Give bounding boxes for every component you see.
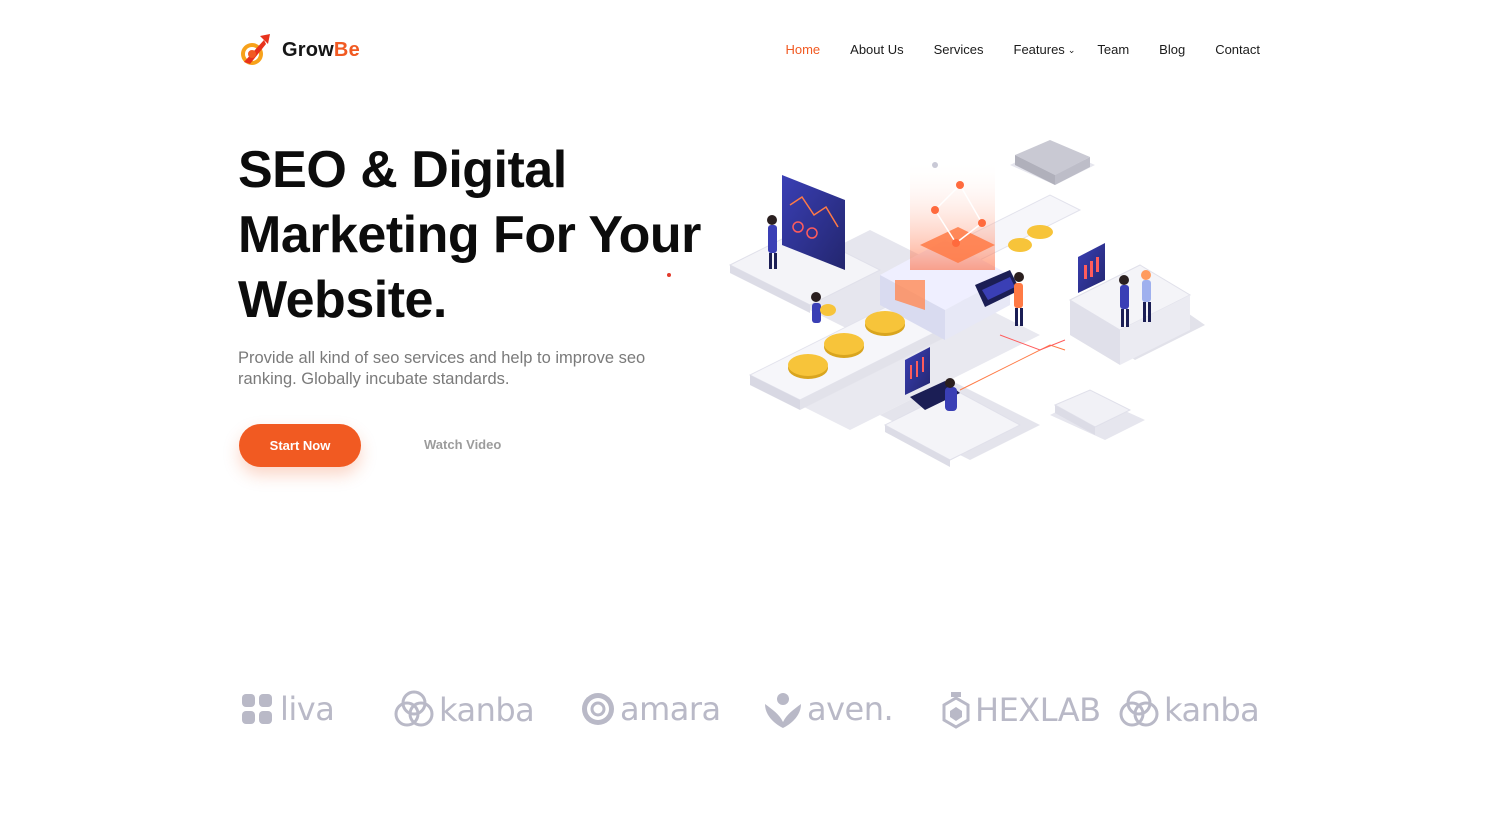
nav-blog[interactable]: Blog	[1159, 42, 1185, 57]
nav-about-us[interactable]: About Us	[850, 42, 903, 57]
hero-subtitle: Provide all kind of seo services and hel…	[238, 349, 646, 388]
client-logo-amara: amara	[580, 690, 721, 728]
chevron-down-icon: ⌄	[1067, 45, 1076, 55]
client-name: HEXLAB	[975, 691, 1101, 729]
site-header: GrowBe Home About Us Services Features ⌄ …	[238, 30, 1260, 70]
nav-contact[interactable]: Contact	[1215, 42, 1260, 57]
main-nav: Home About Us Services Features ⌄ Team Bl…	[785, 42, 1260, 57]
nav-home[interactable]: Home	[785, 42, 820, 57]
client-logo-aven: aven.	[763, 690, 894, 728]
client-logo-kanba: kanba	[393, 690, 535, 730]
brand-name: GrowBe	[282, 38, 360, 61]
client-logo-hexlab: HEXLAB	[941, 690, 1101, 730]
kanba-logo-icon	[394, 690, 434, 727]
hexlab-logo-icon	[942, 692, 970, 729]
nav-services[interactable]: Services	[934, 42, 984, 57]
client-logo-liva: liva	[238, 690, 335, 728]
rocket-logo-icon	[241, 34, 270, 65]
client-name: amara	[620, 690, 721, 728]
nav-team[interactable]: Team	[1097, 42, 1129, 57]
start-now-button[interactable]: Start Now	[239, 424, 361, 467]
liva-logo-icon	[242, 694, 272, 724]
decorative-dot	[667, 273, 671, 277]
brand-logo[interactable]: GrowBe	[238, 32, 360, 68]
nav-features-label: Features	[1013, 42, 1065, 57]
client-name: kanba	[439, 691, 535, 729]
kanba-logo-icon	[1119, 690, 1159, 727]
aven-logo-icon	[765, 693, 801, 728]
amara-logo-icon	[582, 693, 614, 725]
client-logo-kanba-2: kanba	[1118, 690, 1260, 730]
client-name: kanba	[1164, 691, 1260, 729]
hero-title: SEO & Digital Marketing For Your Website…	[238, 141, 701, 329]
client-logos: liva kanba amara aven. HEXLAB kanba	[238, 690, 1260, 740]
watch-video-button[interactable]: Watch Video	[424, 437, 501, 452]
nav-features[interactable]: Features ⌄	[1014, 42, 1076, 57]
client-name: aven.	[807, 690, 894, 728]
isometric-seo-illustration	[728, 140, 1205, 467]
client-name: liva	[280, 690, 335, 728]
